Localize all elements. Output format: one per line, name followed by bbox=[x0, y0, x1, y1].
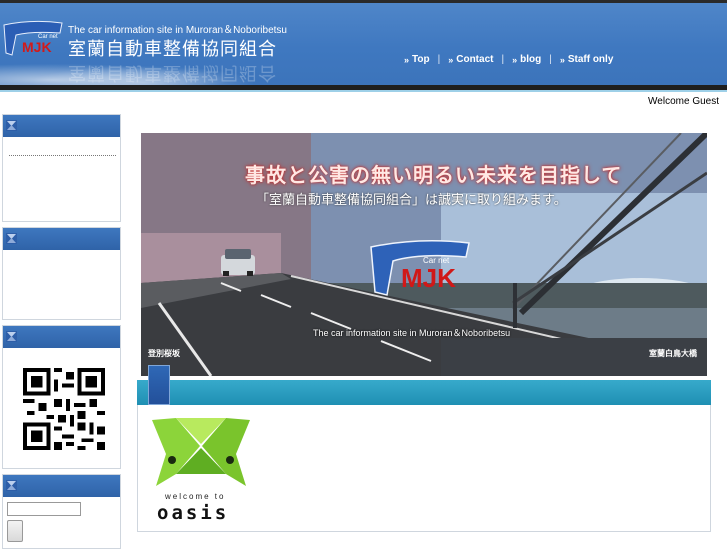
nav-staff-link[interactable]: » Staff only bbox=[560, 54, 614, 65]
content-block-icon bbox=[148, 365, 170, 405]
banner-caption-right: 室蘭白鳥大橋 bbox=[649, 349, 697, 358]
nav-separator: | bbox=[501, 54, 505, 65]
sidebar-block-icon bbox=[6, 233, 17, 244]
site-title-reflection: 室蘭自動車整備協同組合 bbox=[68, 62, 277, 83]
nav-separator: | bbox=[549, 54, 552, 65]
banner-subline: 「室蘭自動車整備協同組合」は誠実に取り組みます。 bbox=[256, 193, 567, 208]
sidebar-box-links bbox=[2, 227, 121, 320]
header-accent-line bbox=[0, 90, 727, 92]
nav-blog-label: blog bbox=[520, 54, 542, 65]
double-chevron-icon: » bbox=[512, 54, 518, 65]
nav-top-label: Top bbox=[412, 54, 430, 65]
sidebar-box-header bbox=[3, 228, 120, 250]
sidebar-box-header bbox=[3, 115, 120, 137]
sidebar-box-search bbox=[2, 474, 121, 549]
content-title-bar bbox=[137, 380, 711, 405]
search-button[interactable] bbox=[7, 520, 23, 542]
nav-separator: | bbox=[437, 54, 441, 65]
welcome-message: Welcome Guest bbox=[648, 96, 719, 107]
sidebar-divider bbox=[9, 155, 116, 156]
qr-code-image bbox=[23, 368, 105, 450]
double-chevron-icon: » bbox=[404, 54, 410, 65]
sidebar-box-header bbox=[3, 475, 120, 497]
logo-mjk-text: MJK bbox=[22, 39, 52, 55]
banner-tagline: The car information site in Muroran＆Nobo… bbox=[313, 328, 511, 338]
nav-blog-link[interactable]: » blog bbox=[512, 54, 541, 65]
site-header: Car net MJK The car information site in … bbox=[0, 0, 727, 88]
banner-logo-mjk: MJK bbox=[401, 263, 456, 293]
nav-contact-link[interactable]: » Contact bbox=[448, 54, 493, 65]
double-chevron-icon: » bbox=[559, 54, 565, 65]
sidebar-block-icon bbox=[6, 120, 17, 131]
sidebar-box-header bbox=[3, 326, 120, 348]
main-nav: » Top | » Contact | » blog | » Staff only bbox=[404, 54, 613, 65]
double-chevron-icon: » bbox=[448, 54, 454, 65]
oasis-brand-text: oasis bbox=[157, 502, 230, 524]
nav-staff-label: Staff only bbox=[567, 54, 614, 65]
hero-banner: 事故と公害の無い明るい未来を目指して 「室蘭自動車整備協同組合」は誠実に取り組み… bbox=[141, 133, 707, 376]
nav-top-link[interactable]: » Top bbox=[404, 54, 430, 65]
oasis-logo-icon[interactable] bbox=[152, 416, 250, 492]
oasis-welcome-text: welcome to bbox=[165, 492, 226, 501]
search-input[interactable] bbox=[7, 502, 81, 516]
sidebar-box-qr bbox=[2, 325, 121, 469]
sidebar-box-menu bbox=[2, 114, 121, 222]
sidebar-block-icon bbox=[6, 480, 17, 491]
nav-contact-label: Contact bbox=[456, 54, 494, 65]
site-title[interactable]: 室蘭自動車整備協同組合 bbox=[68, 35, 277, 61]
site-tagline: The car information site in Muroran＆Nobo… bbox=[68, 25, 287, 36]
banner-caption-left: 登別桜坂 bbox=[148, 349, 180, 358]
sidebar-block-icon bbox=[6, 331, 17, 342]
banner-headline: 事故と公害の無い明るい未来を目指して bbox=[245, 163, 623, 187]
